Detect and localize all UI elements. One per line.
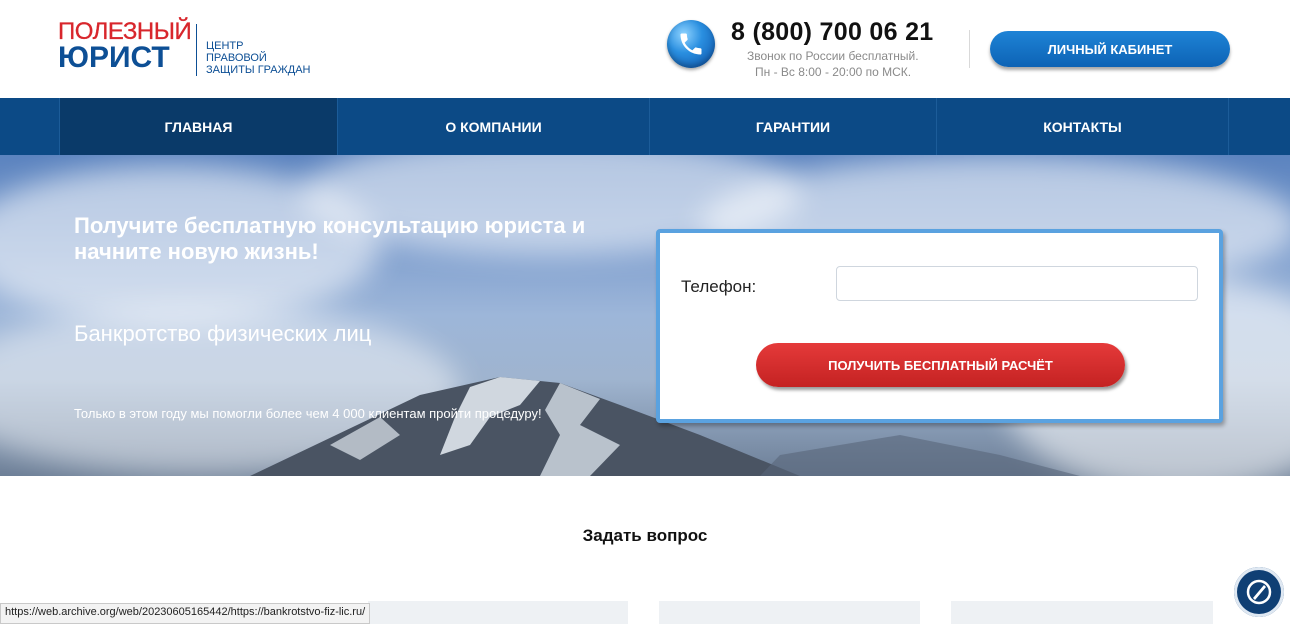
callback-form: Телефон: Получить бесплатный расчёт	[656, 229, 1223, 423]
hero-title: Получите бесплатную консультацию юриста …	[74, 213, 586, 264]
header-divider	[969, 30, 970, 68]
logo-tagline-line: ПРАВОВОЙ	[206, 52, 267, 64]
logo-divider	[196, 24, 197, 76]
question-card[interactable]	[951, 601, 1213, 624]
hero-subtitle: Банкротство физических лиц	[74, 321, 372, 346]
phone-number[interactable]: 8 (800) 700 06 21	[731, 18, 933, 47]
nav-item-home[interactable]: Главная	[59, 98, 337, 155]
question-card[interactable]	[368, 601, 628, 624]
nav-item-contacts[interactable]: Контакты	[936, 98, 1228, 155]
working-hours: Пн - Вс 8:00 - 20:00 по МСК.	[755, 65, 912, 79]
logo-bottom-text: ЮРИСТ	[58, 41, 170, 74]
chat-icon	[1246, 579, 1272, 605]
phone-input[interactable]	[836, 266, 1198, 301]
status-bar-url: https://web.archive.org/web/202306051654…	[0, 603, 371, 624]
nav-item-guarantees[interactable]: Гарантии	[649, 98, 936, 155]
phone-label: Телефон:	[681, 277, 757, 296]
get-free-estimate-button[interactable]: Получить бесплатный расчёт	[756, 343, 1125, 387]
logo[interactable]: ПОЛЕЗНЫЙ ЮРИСТ ЦЕНТР ПРАВОВОЙ ЗАЩИТЫ ГРА…	[58, 19, 318, 80]
section-title: Задать вопрос	[582, 526, 708, 545]
chat-widget-button[interactable]	[1234, 567, 1284, 617]
site-header: ПОЛЕЗНЫЙ ЮРИСТ ЦЕНТР ПРАВОВОЙ ЗАЩИТЫ ГРА…	[0, 0, 1290, 98]
hero-banner: Получите бесплатную консультацию юриста …	[0, 155, 1290, 476]
nav-item-about[interactable]: О компании	[337, 98, 649, 155]
phone-icon[interactable]	[667, 20, 715, 68]
nav-divider	[1228, 98, 1229, 155]
logo-tagline-line: ЗАЩИТЫ ГРАЖДАН	[206, 64, 311, 76]
logo-tagline: ЦЕНТР ПРАВОВОЙ ЗАЩИТЫ ГРАЖДАН	[206, 40, 311, 76]
question-card[interactable]	[659, 601, 920, 624]
main-nav: Главная О компании Гарантии Контакты	[0, 98, 1290, 155]
hero-note: Только в этом году мы помогли более чем …	[74, 406, 542, 421]
logo-tagline-line: ЦЕНТР	[206, 40, 244, 52]
phone-note: Звонок по России бесплатный.	[747, 49, 919, 63]
personal-cabinet-button[interactable]: Личный кабинет	[990, 31, 1230, 67]
